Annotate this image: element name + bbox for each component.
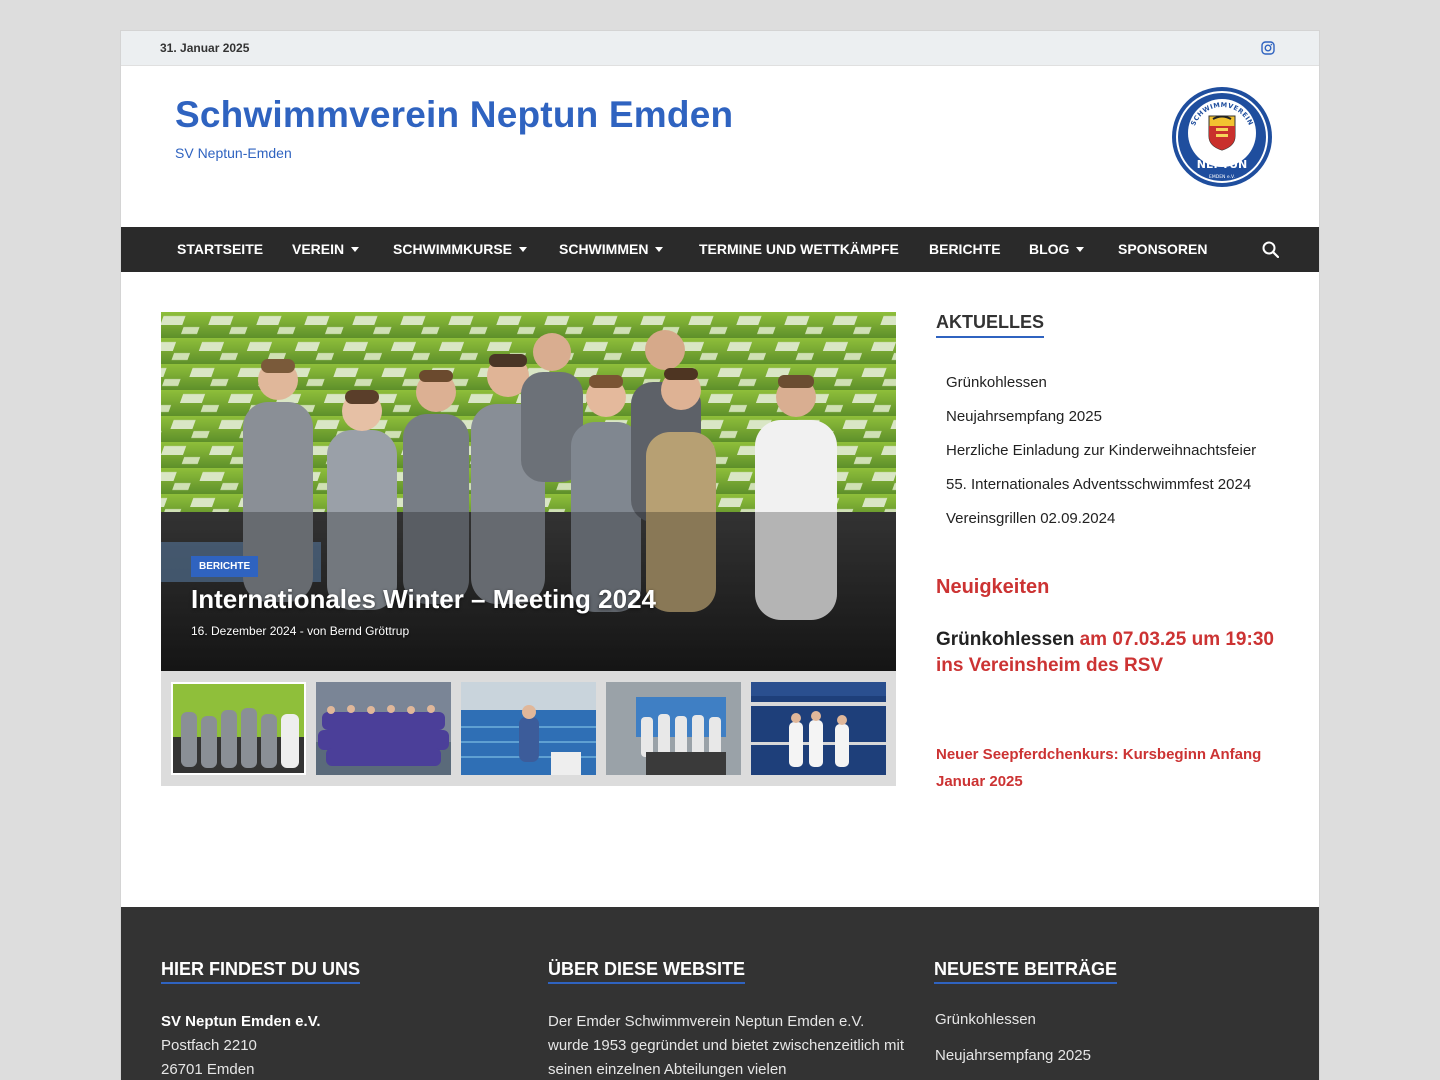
aktuelles-link[interactable]: Herzliche Einladung zur Kinderweihnachts… xyxy=(936,434,1286,468)
nav-item-berichte[interactable]: Berichte xyxy=(929,227,1001,272)
thumbnail-image xyxy=(606,682,741,775)
aktuelles-link[interactable]: 55. Internationales Adventsschwimmfest 2… xyxy=(936,468,1286,502)
nav-item-verein[interactable]: Verein xyxy=(292,227,360,272)
aktuelles-list: Grünkohlessen Neujahrsempfang 2025 Herzl… xyxy=(936,366,1286,536)
site-title[interactable]: Schwimmverein Neptun Emden xyxy=(175,94,733,136)
chevron-down-icon xyxy=(1076,247,1085,252)
footer-title: Über diese Website xyxy=(548,959,746,984)
site-tagline: SV Neptun-Emden xyxy=(175,145,292,161)
news-highlight-title: Grünkohlessen xyxy=(936,629,1075,650)
chevron-down-icon xyxy=(351,247,360,252)
recent-post-link[interactable]: Neujahrsempfang 2025 xyxy=(935,1038,1284,1074)
chevron-down-icon xyxy=(655,247,664,252)
nav-item-termine[interactable]: Termine und Wettkämpfe xyxy=(699,227,899,272)
site-header: Schwimmverein Neptun Emden SV Neptun-Emd… xyxy=(121,66,1319,227)
footer-column-contact: Hier findest du uns SV Neptun Emden e.V.… xyxy=(161,959,511,1080)
slider-meta: 16. Dezember 2024 - von Bernd Gröttrup xyxy=(191,624,410,638)
main-navigation: Startseite Verein Schwimmkurse Schwimmen… xyxy=(121,227,1319,272)
current-date: 31. Januar 2025 xyxy=(160,41,250,55)
recent-post-link[interactable]: Grünkohlessen xyxy=(935,1002,1284,1038)
thumbnail-image xyxy=(461,682,596,775)
slider-thumbnail-4[interactable] xyxy=(606,682,741,775)
thumbnail-image xyxy=(751,682,886,775)
thumbnail-image xyxy=(171,682,306,775)
footer-column-recent: Neueste Beiträge Grünkohlessen Neujahrse… xyxy=(934,959,1284,1074)
slider-thumbnail-5[interactable] xyxy=(751,682,886,775)
sidebar: Aktuelles Grünkohlessen Neujahrsempfang … xyxy=(936,312,1286,795)
category-badge[interactable]: Berichte xyxy=(191,556,259,577)
slider-thumbnail-3[interactable] xyxy=(461,682,596,775)
featured-slider: Berichte Internationales Winter – Meetin… xyxy=(161,312,896,786)
instagram-icon[interactable] xyxy=(1261,41,1275,55)
slider-title[interactable]: Internationales Winter – Meeting 2024 xyxy=(191,584,656,615)
nav-item-schwimmen[interactable]: Schwimmen xyxy=(559,227,664,272)
slider-thumbnail-2[interactable] xyxy=(316,682,451,775)
footer-title: Neueste Beiträge xyxy=(934,959,1118,984)
nav-item-sponsoren[interactable]: Sponsoren xyxy=(1118,227,1207,272)
aktuelles-title: Aktuelles xyxy=(936,312,1044,338)
about-text: Der Emder Schwimmverein Neptun Emden e.V… xyxy=(548,1013,905,1078)
thumbnail-image xyxy=(316,682,451,775)
nav-item-startseite[interactable]: Startseite xyxy=(177,227,263,272)
site-footer: Hier findest du uns SV Neptun Emden e.V.… xyxy=(121,907,1319,1080)
svg-text:NEPTUN: NEPTUN xyxy=(1197,158,1247,171)
address-line: Postfach 2210 xyxy=(161,1037,257,1054)
footer-title: Hier findest du uns xyxy=(161,959,361,984)
nav-item-schwimmkurse[interactable]: Schwimmkurse xyxy=(393,227,527,272)
neuigkeiten-title: Neuigkeiten xyxy=(936,576,1050,598)
chevron-down-icon xyxy=(519,247,527,252)
club-name: SV Neptun Emden e.V. xyxy=(161,1013,321,1030)
aktuelles-link[interactable]: Vereinsgrillen 02.09.2024 xyxy=(936,502,1286,536)
page: 31. Januar 2025 Schwimmverein Neptun Emd… xyxy=(120,30,1320,1080)
news-highlight: Grünkohlessen am 07.03.25 um 19:30 ins V… xyxy=(936,627,1286,679)
slider-main-image[interactable]: Berichte Internationales Winter – Meetin… xyxy=(161,312,896,671)
footer-column-about: Über diese Website Der Emder Schwimmvere… xyxy=(548,959,908,1080)
search-icon[interactable] xyxy=(1262,241,1279,258)
address-line: 26701 Emden xyxy=(161,1061,255,1078)
team-photo xyxy=(161,312,896,671)
aktuelles-link[interactable]: Grünkohlessen xyxy=(936,366,1286,400)
club-logo[interactable]: SCHWIMMVEREIN NEPTUN EMDEN e.V. xyxy=(1171,86,1273,188)
slider-thumbnail-1[interactable] xyxy=(171,682,306,775)
nav-item-blog[interactable]: Blog xyxy=(1029,227,1085,272)
news-item: Neuer Seepferdchenkurs: Kursbeginn Anfan… xyxy=(936,746,1262,790)
aktuelles-link[interactable]: Neujahrsempfang 2025 xyxy=(936,400,1286,434)
svg-text:EMDEN e.V.: EMDEN e.V. xyxy=(1209,174,1235,180)
top-bar: 31. Januar 2025 xyxy=(121,31,1319,66)
